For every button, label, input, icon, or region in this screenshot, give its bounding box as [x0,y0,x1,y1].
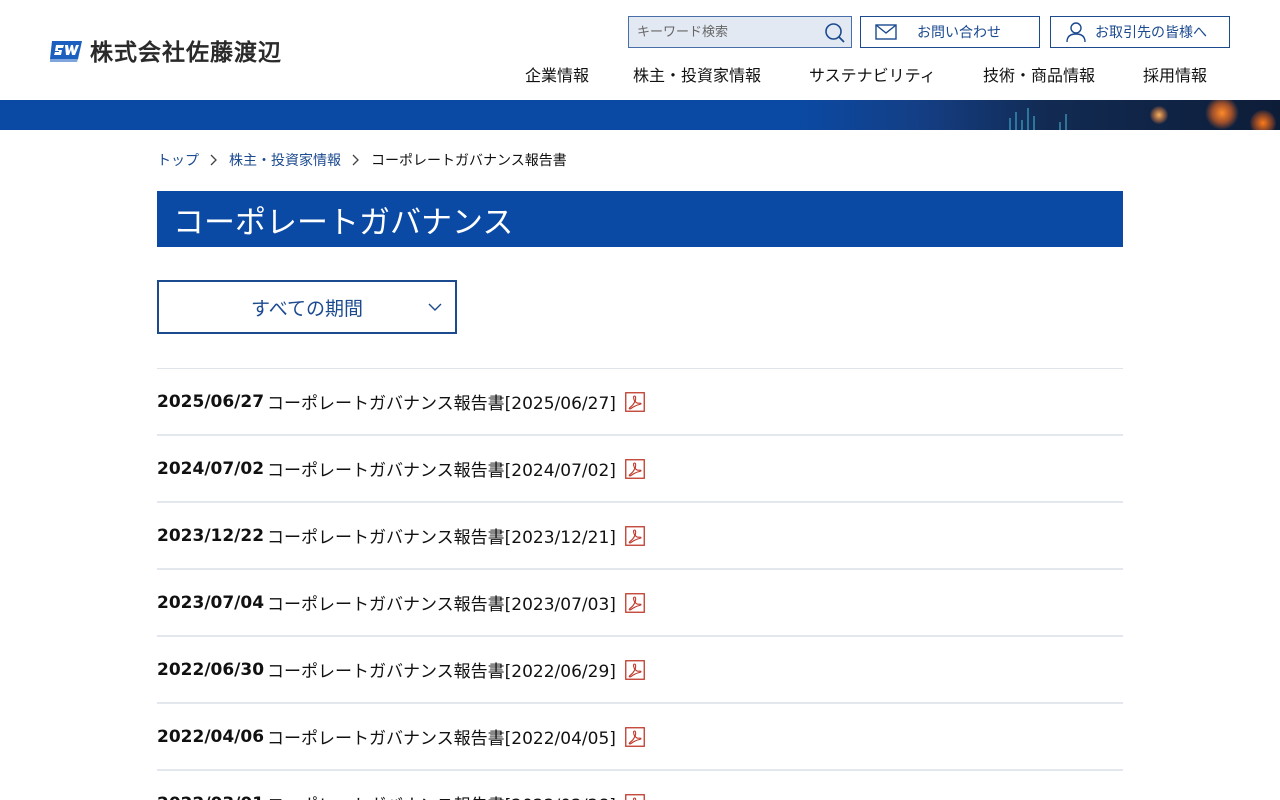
document-date: 2023/07/04 [157,592,265,613]
search-icon[interactable] [823,21,847,45]
pdf-icon [625,525,645,546]
hero-band [0,100,1280,130]
nav-item-company[interactable]: 企業情報 [525,62,589,86]
search-input[interactable] [629,17,819,47]
nav-item-technology[interactable]: 技術・商品情報 [983,62,1095,86]
list-item: 2022/06/30 コーポレートガバナンス報告書[2022/06/29] [157,637,1123,704]
document-link[interactable]: コーポレートガバナンス報告書[2024/07/02] [267,456,645,481]
global-nav: 企業情報 株主・投資家情報 サステナビリティ 技術・商品情報 採用情報 [0,60,1280,86]
list-item: 2024/07/02 コーポレートガバナンス報告書[2024/07/02] [157,436,1123,503]
document-date: 2023/12/22 [157,525,265,546]
breadcrumb: トップ 株主・投資家情報 コーポレートガバナンス報告書 [157,150,567,170]
contact-label: お問い合わせ [917,25,1001,41]
document-date: 2025/06/27 [157,391,265,412]
document-link[interactable]: コーポレートガバナンス報告書[2022/06/29] [267,657,645,682]
document-date: 2022/04/06 [157,726,265,747]
document-link[interactable]: コーポレートガバナンス報告書[2023/12/21] [267,523,645,548]
pdf-icon [625,659,645,680]
document-title: コーポレートガバナンス報告書[2023/07/03] [267,595,616,615]
document-list: 2025/06/27 コーポレートガバナンス報告書[2025/06/27] 2024… [157,368,1123,800]
mail-icon [875,21,897,43]
list-item: 2023/12/22 コーポレートガバナンス報告書[2023/12/21] [157,503,1123,570]
period-select[interactable]: すべての期間 [157,280,457,334]
list-item: 2023/07/04 コーポレートガバナンス報告書[2023/07/03] [157,570,1123,637]
period-select-value: すべての期間 [251,297,363,320]
document-date: 2022/06/30 [157,659,265,680]
pdf-icon [625,793,645,800]
search-box [628,16,852,48]
document-title: コーポレートガバナンス報告書[2024/07/02] [267,461,616,481]
document-date: 2024/07/02 [157,458,265,479]
chevron-right-icon [207,153,221,167]
list-item: 2022/04/06 コーポレートガバナンス報告書[2022/04/05] [157,704,1123,771]
pdf-icon [625,592,645,613]
document-title: コーポレートガバナンス報告書[2025/06/27] [267,394,616,414]
site-header: 株式会社佐藤渡辺 お問い合わせ お取引先の皆様へ 企業情報 [0,0,1280,100]
document-link[interactable]: コーポレートガバナンス報告書[2022/04/05] [267,724,645,749]
breadcrumb-item-top[interactable]: トップ [157,150,199,170]
partner-label: お取引先の皆様へ [1095,25,1207,41]
partner-button[interactable]: お取引先の皆様へ [1050,16,1230,48]
document-title: コーポレートガバナンス報告書[2023/12/21] [267,528,616,548]
list-item: 2025/06/27 コーポレートガバナンス報告書[2025/06/27] [157,369,1123,436]
chevron-right-icon [349,153,363,167]
pdf-icon [625,458,645,479]
contact-button[interactable]: お問い合わせ [860,16,1040,48]
pdf-icon [625,391,645,412]
pdf-icon [625,726,645,747]
nav-item-investors[interactable]: 株主・投資家情報 [633,62,761,86]
document-link[interactable]: コーポレートガバナンス報告書[2022/02/28] [267,791,645,800]
chevron-down-icon [427,298,443,314]
page-title: コーポレートガバナンス [157,191,1123,247]
user-icon [1065,21,1087,43]
document-link[interactable]: コーポレートガバナンス報告書[2025/06/27] [267,389,645,414]
list-item: 2022/03/01コーポレートガバナンス報告書[2022/02/28] [157,771,1123,800]
breadcrumb-item-investors[interactable]: 株主・投資家情報 [229,150,341,170]
document-date: 2022/03/01 [157,794,267,800]
document-title: コーポレートガバナンス報告書[2022/04/05] [267,729,616,749]
document-title: コーポレートガバナンス報告書[2022/02/28] [267,791,616,800]
document-title: コーポレートガバナンス報告書[2022/06/29] [267,662,616,682]
document-link[interactable]: コーポレートガバナンス報告書[2023/07/03] [267,590,645,615]
nav-item-recruit[interactable]: 採用情報 [1143,62,1207,86]
breadcrumb-current: コーポレートガバナンス報告書 [371,153,567,169]
nav-item-sustainability[interactable]: サステナビリティ [809,62,936,86]
